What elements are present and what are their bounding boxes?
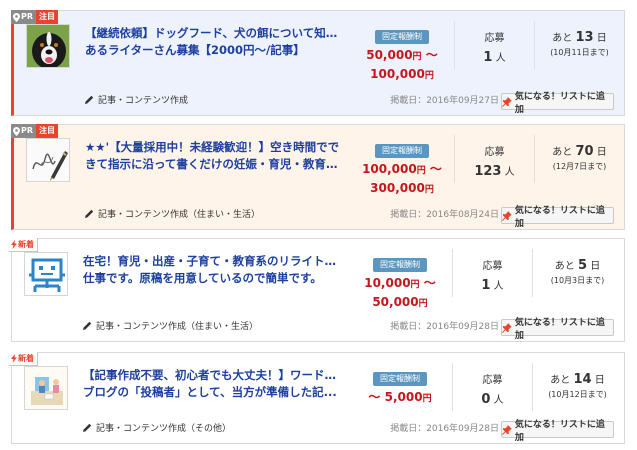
deadline: あと 5 日 (10月3日まで) — [532, 249, 622, 297]
deadline: あと 70 日 (12月7日まで) — [534, 135, 624, 183]
add-to-list-button[interactable]: 気になる！リストに追加 — [501, 420, 614, 443]
job-title-link[interactable]: 在宅！育児・出産・子育て・教育系のリライトのお 仕事です。原稿を用意しているので… — [83, 253, 345, 287]
pushpin-icon — [502, 96, 512, 107]
pay-type-tag: 固定報酬制 — [373, 372, 427, 386]
pay-block: 固定報酬制 50,000円 〜 100,000円 — [352, 24, 452, 85]
posted-date: 掲載日：2016年09月28日 — [390, 424, 499, 434]
pencil-icon — [83, 321, 92, 330]
posted-date: 掲載日：2016年08月24日 — [390, 210, 499, 220]
client-thumbnail[interactable] — [24, 366, 68, 410]
pay-min: 10,000円 〜 — [364, 276, 436, 290]
pay-block: 固定報酬制 〜 5,000円 — [350, 366, 450, 408]
job-title-link[interactable]: ★★'【大量採用中！未経験歓迎！】空き時間でで きて指示に沿って書くだけの妊娠・… — [85, 139, 347, 173]
featured-badge: PR 注目 — [11, 124, 59, 138]
deadline: あと 14 日 (10月12日まで) — [532, 363, 622, 411]
pay-min: 50,000円 〜 — [366, 48, 438, 62]
new-badge: 新着 — [9, 352, 38, 366]
applicant-count: 応募 123 人 — [454, 135, 534, 183]
lightning-icon — [11, 240, 17, 249]
job-title-link[interactable]: 【記事作成不要、初心者でも大丈夫！】ワードプレス ブログの「投稿者」として、当方… — [83, 367, 345, 401]
job-listing[interactable]: PR 注目 ★★'【大量採用中！未経験歓迎！】空き時間でで きて指示に沿って書く… — [11, 124, 625, 230]
pushpin-icon — [502, 210, 512, 221]
client-thumbnail[interactable] — [24, 252, 68, 296]
pushpin-icon — [502, 424, 512, 435]
pay-block: 固定報酬制 100,000円 〜 300,000円 — [352, 138, 452, 199]
pay-type-tag: 固定報酬制 — [375, 144, 429, 158]
pay-type-tag: 固定報酬制 — [375, 30, 429, 44]
map-pin-icon — [13, 12, 20, 22]
job-category: 記事・コンテンツ作成 — [85, 93, 188, 106]
job-listing[interactable]: 新着 在宅！育児・出産・子育て・教育系のリライトのお 仕事です。原稿を用意してい… — [9, 238, 625, 342]
job-category: 記事・コンテンツ作成（住まい・生活） — [85, 207, 260, 220]
lightning-icon — [11, 354, 17, 363]
client-thumbnail[interactable] — [26, 24, 70, 68]
posted-date: 掲載日：2016年09月27日 — [390, 96, 499, 106]
map-pin-icon — [13, 126, 20, 136]
pay-max: 〜 5,000円 — [368, 390, 432, 404]
deadline: あと 13 日 (10月11日まで) — [534, 21, 624, 69]
job-category: 記事・コンテンツ作成（その他） — [83, 421, 231, 434]
add-to-list-button[interactable]: 気になる！リストに追加 — [501, 92, 614, 115]
job-listing[interactable]: 新着 【記事作成不要、初心者でも大丈夫！】ワードプレス ブログの「投稿者」として… — [9, 352, 625, 444]
applicant-count: 応募 1 人 — [452, 249, 532, 297]
add-to-list-button[interactable]: 気になる！リストに追加 — [501, 206, 614, 229]
applicant-count: 応募 1 人 — [454, 21, 534, 69]
job-listing[interactable]: PR 注目 【継続依頼】ドッグフード、犬の餌について知識の あるライターさん募集… — [11, 10, 625, 116]
new-badge: 新着 — [9, 238, 38, 252]
applicant-count: 応募 0 人 — [452, 363, 532, 411]
pay-max: 100,000円 — [370, 67, 434, 81]
posted-date: 掲載日：2016年09月28日 — [390, 322, 499, 332]
pay-min: 100,000円 〜 — [362, 162, 442, 176]
add-to-list-button[interactable]: 気になる！リストに追加 — [501, 318, 614, 341]
job-title-link[interactable]: 【継続依頼】ドッグフード、犬の餌について知識の あるライターさん募集【2000円… — [85, 25, 347, 59]
pay-block: 固定報酬制 10,000円 〜 50,000円 — [350, 252, 450, 313]
job-category: 記事・コンテンツ作成（住まい・生活） — [83, 319, 258, 332]
pencil-icon — [85, 209, 94, 218]
pencil-icon — [85, 95, 94, 104]
pushpin-icon — [502, 322, 512, 333]
featured-badge: PR 注目 — [11, 10, 59, 24]
pay-max: 300,000円 — [370, 181, 434, 195]
pencil-icon — [83, 423, 92, 432]
pay-max: 50,000円 — [372, 295, 428, 309]
pay-type-tag: 固定報酬制 — [373, 258, 427, 272]
client-thumbnail[interactable] — [26, 138, 70, 182]
